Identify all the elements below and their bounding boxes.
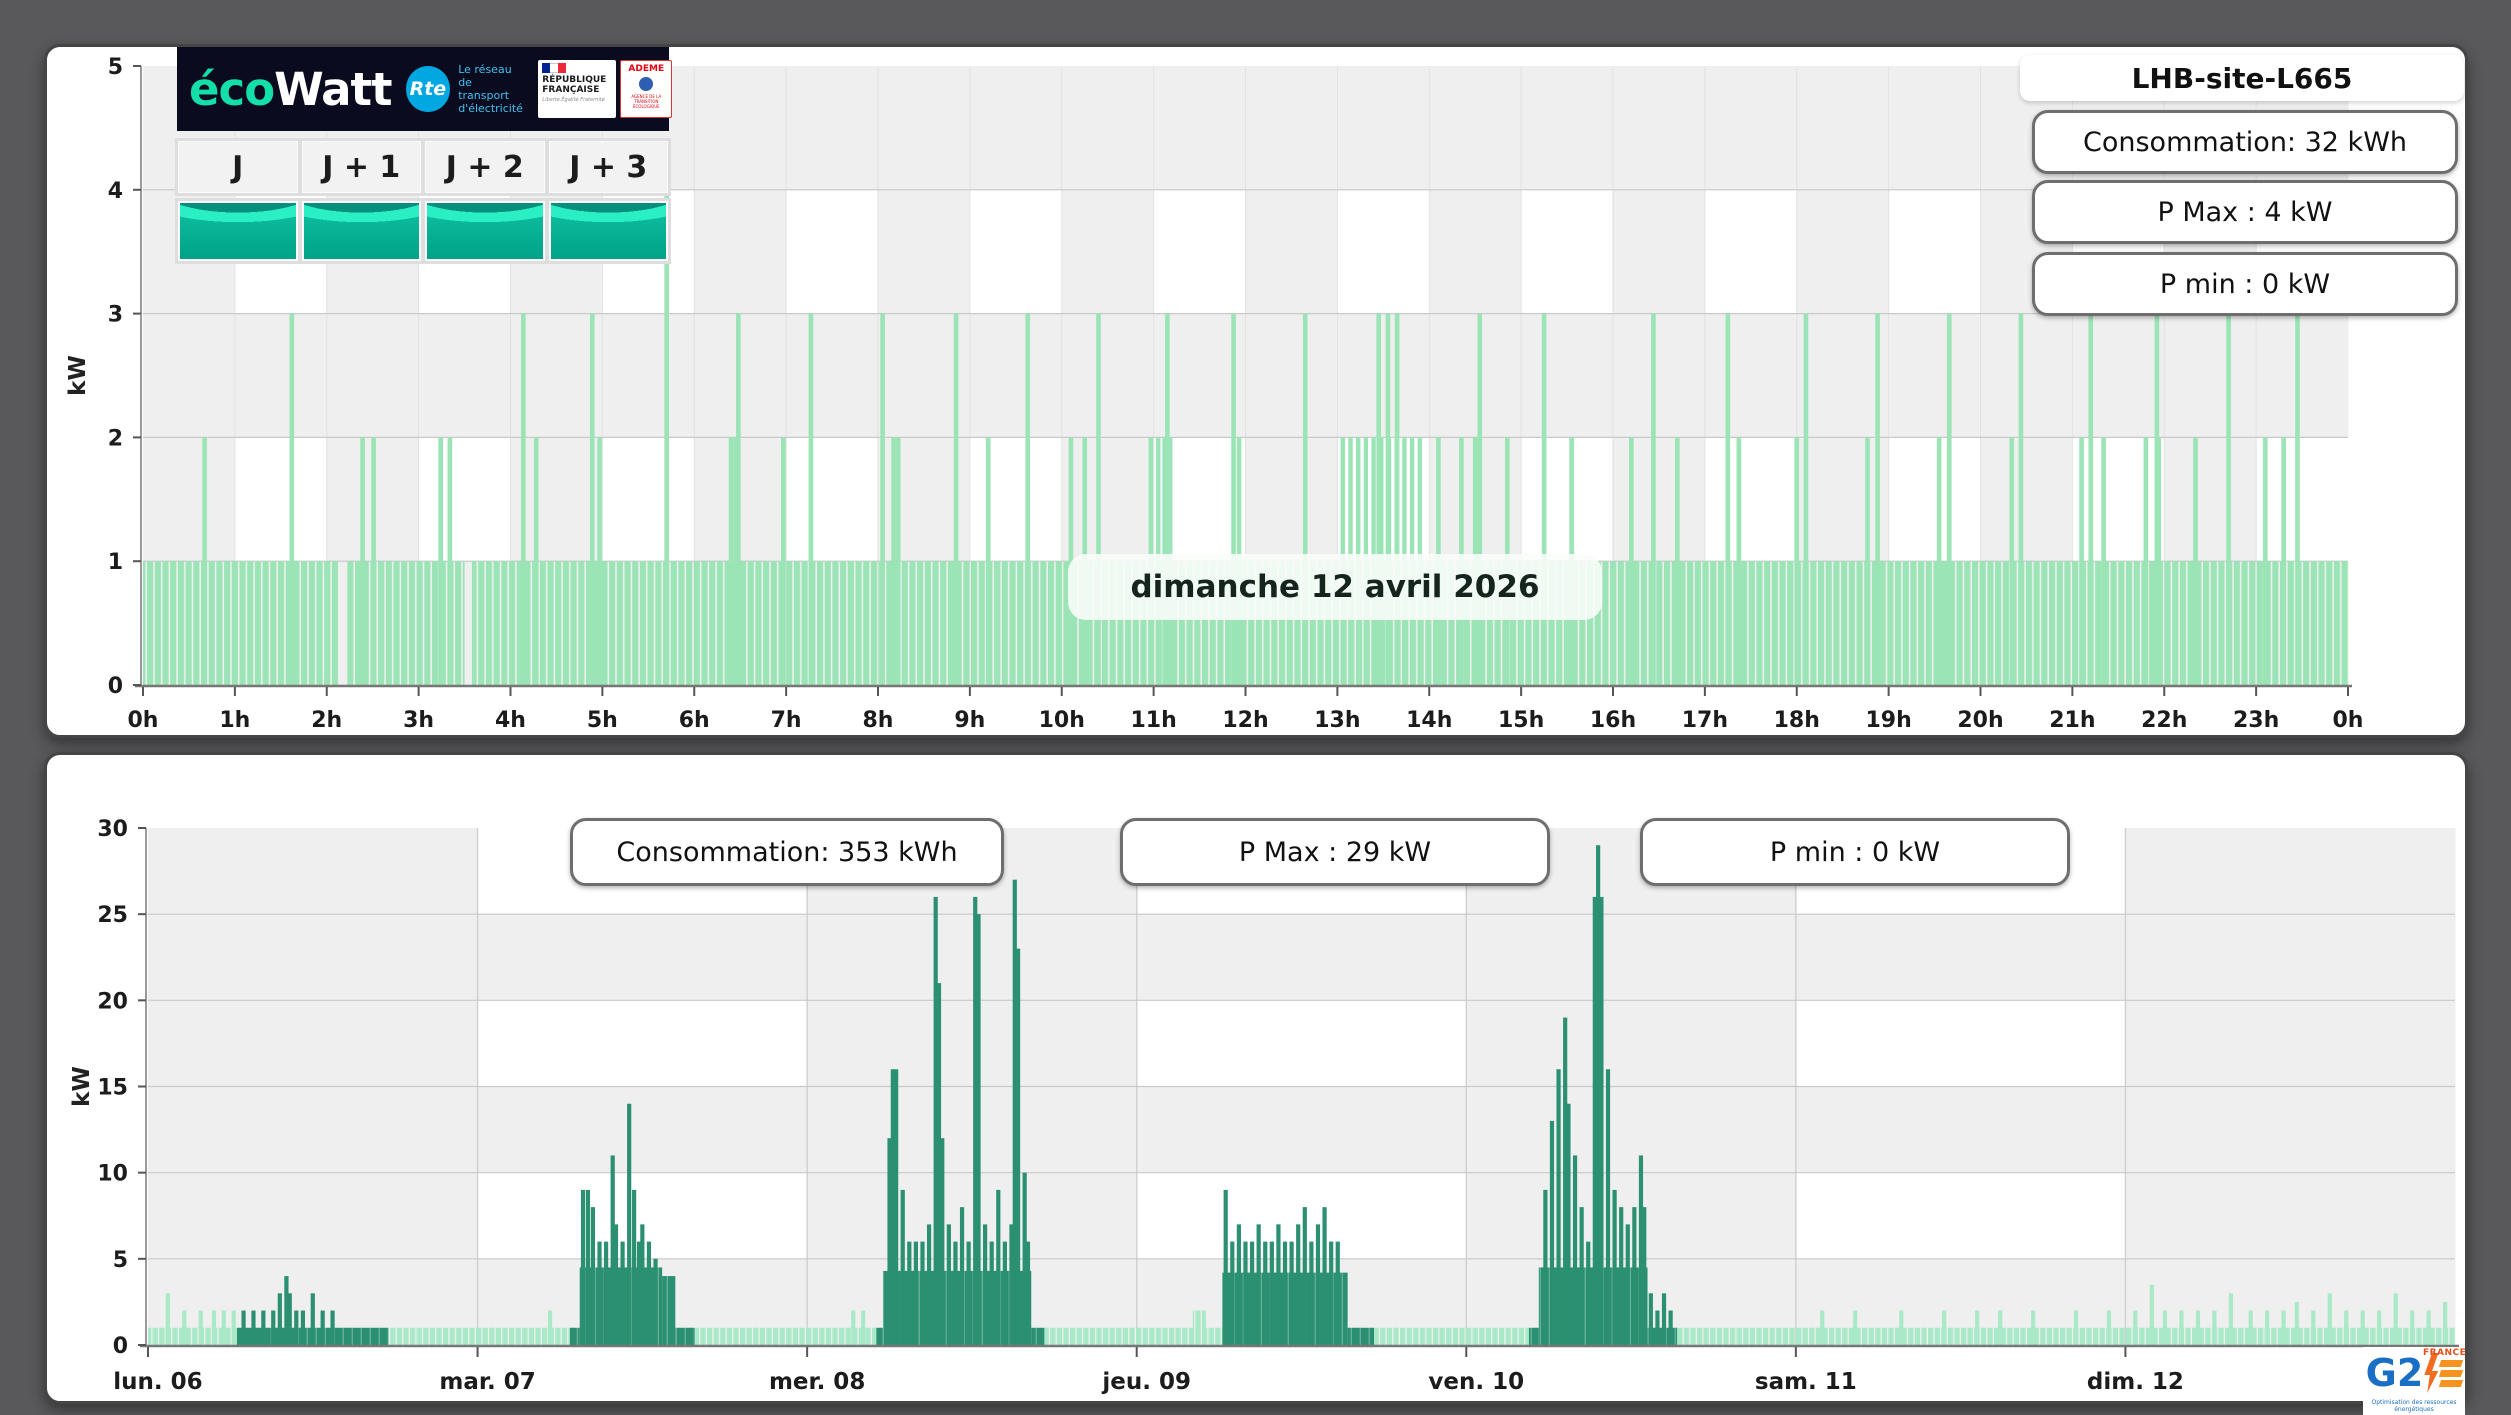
svg-text:5h: 5h [587,708,618,733]
weekly-chart-panel: lun. 06 mar. 07 mer. 08 jeu. 09 ven. 10 sam. … [44,752,2468,1415]
svg-text:20: 20 [97,989,128,1014]
rte-logo-group: Rte Le réseau de transport d'électricité [405,63,525,115]
svg-text:6h: 6h [679,708,710,733]
republique-line1: RÉPUBLIQUE [542,75,607,85]
ademe-globe-icon [639,77,654,91]
ecowatt-signal-icon-j3[interactable] [548,201,668,261]
week-pmax-badge: P Max : 29 kW [1120,818,1550,886]
forecast-day-tabs: J J + 1 J + 2 J + 3 [175,138,671,196]
svg-text:3h: 3h [403,708,434,733]
forecast-day-icons [175,198,671,264]
svg-text:0: 0 [108,674,123,699]
tab-j[interactable]: J [178,141,298,193]
svg-text:22h: 22h [2141,708,2187,733]
svg-text:16h: 16h [1590,708,1636,733]
ecowatt-logo-watt: Watt [274,62,392,116]
svg-text:0h: 0h [128,708,159,733]
ademe-subtitle: AGENCE DE LA TRANSITION ÉCOLOGIQUE [631,94,662,109]
g2-logo-name: G2 [2365,1351,2424,1395]
ecowatt-dashboard: 0h 1h 2h 3h 4h 5h 6h 7h 8h 9h 10h 11h 12h 13h 14h 15h 16… [0,0,2511,1415]
ecowatt-banner: écoWatt Rte Le réseau de transport d'éle… [177,47,673,131]
svg-text:18h: 18h [1774,708,1820,733]
svg-text:4: 4 [108,179,123,204]
svg-text:2: 2 [108,426,123,451]
republique-francaise-logo: RÉPUBLIQUE FRANÇAISE Liberté Égalité Fra… [538,60,617,118]
svg-text:2h: 2h [311,708,342,733]
svg-text:19h: 19h [1865,708,1911,733]
svg-text:25: 25 [97,903,128,928]
ecowatt-logo: écoWatt [189,62,393,116]
svg-text:ven. 10: ven. 10 [1428,1369,1524,1395]
g2-e-stripes-icon [2439,1359,2464,1387]
ecowatt-signal-icon-j2[interactable] [425,201,545,261]
svg-text:lun. 06: lun. 06 [113,1369,202,1395]
svg-text:23h: 23h [2233,708,2279,733]
svg-text:11h: 11h [1130,708,1176,733]
rte-tagline: Le réseau de transport d'électricité [458,63,523,115]
rte-logo-icon: Rte [405,66,451,112]
ademe-logo: ADEME AGENCE DE LA TRANSITION ÉCOLOGIQUE [620,60,673,118]
week-pmin-badge: P min : 0 kW [1640,818,2070,886]
ecowatt-signal-icon-j1[interactable] [301,201,421,261]
week-consumption-badge: Consommation: 353 kWh [570,818,1004,886]
ecowatt-logo-eco: éco [189,62,275,116]
svg-text:7h: 7h [771,708,802,733]
svg-text:9h: 9h [954,708,985,733]
svg-text:14h: 14h [1406,708,1452,733]
svg-text:20h: 20h [1957,708,2003,733]
svg-text:jeu. 09: jeu. 09 [1101,1369,1191,1395]
svg-text:10h: 10h [1039,708,1085,733]
svg-text:mer. 08: mer. 08 [769,1369,865,1395]
svg-text:17h: 17h [1682,708,1728,733]
svg-text:5: 5 [108,55,123,80]
day-pmax-badge: P Max : 4 kW [2032,180,2458,244]
tab-j-plus-2[interactable]: J + 2 [425,141,545,193]
g2-logo-mark: G2 FRANCE Optimisation des ressources én… [2365,1348,2466,1413]
svg-text:8h: 8h [863,708,894,733]
svg-text:5: 5 [113,1248,128,1273]
svg-text:0h: 0h [2333,708,2364,733]
france-flag-icon [542,63,567,73]
svg-text:30: 30 [97,817,128,842]
svg-text:0: 0 [113,1334,128,1359]
g2-logo: G2 FRANCE Optimisation des ressources én… [2363,1347,2466,1415]
svg-text:1: 1 [108,550,123,575]
svg-text:kW: kW [65,355,91,396]
svg-text:12h: 12h [1222,708,1268,733]
tab-j-plus-3[interactable]: J + 3 [548,141,668,193]
svg-text:10: 10 [97,1162,128,1187]
svg-text:mar. 07: mar. 07 [439,1369,535,1395]
gov-logos: RÉPUBLIQUE FRANÇAISE Liberté Égalité Fra… [538,60,673,118]
svg-text:3: 3 [108,303,123,328]
ecowatt-signal-icon-j[interactable] [178,201,298,261]
chart-date-label: dimanche 12 avril 2026 [1068,554,1602,620]
svg-text:sam. 11: sam. 11 [1755,1369,1857,1395]
g2-lightning-icon [2424,1353,2439,1393]
day-consumption-badge: Consommation: 32 kWh [2032,110,2458,174]
svg-text:15h: 15h [1498,708,1544,733]
daily-chart-panel: 0h 1h 2h 3h 4h 5h 6h 7h 8h 9h 10h 11h 12h 13h 14h 15h 16… [44,44,2468,738]
svg-text:1h: 1h [219,708,250,733]
site-name: LHB-site-L665 [2020,55,2464,101]
svg-text:dim. 12: dim. 12 [2087,1369,2184,1395]
svg-text:kW: kW [69,1066,95,1107]
g2-country-label: FRANCE [2422,1348,2467,1358]
republique-motto: Liberté Égalité Fraternité [542,97,605,103]
svg-text:13h: 13h [1314,708,1360,733]
tab-j-plus-1[interactable]: J + 1 [301,141,421,193]
svg-text:15: 15 [97,1076,128,1101]
g2-tagline: Optimisation des ressources énergétiques [2371,1399,2457,1413]
republique-line2: FRANÇAISE [542,85,600,95]
ademe-label: ADEME [628,64,665,74]
svg-text:4h: 4h [495,708,526,733]
svg-text:21h: 21h [2049,708,2095,733]
day-pmin-badge: P min : 0 kW [2032,252,2458,316]
